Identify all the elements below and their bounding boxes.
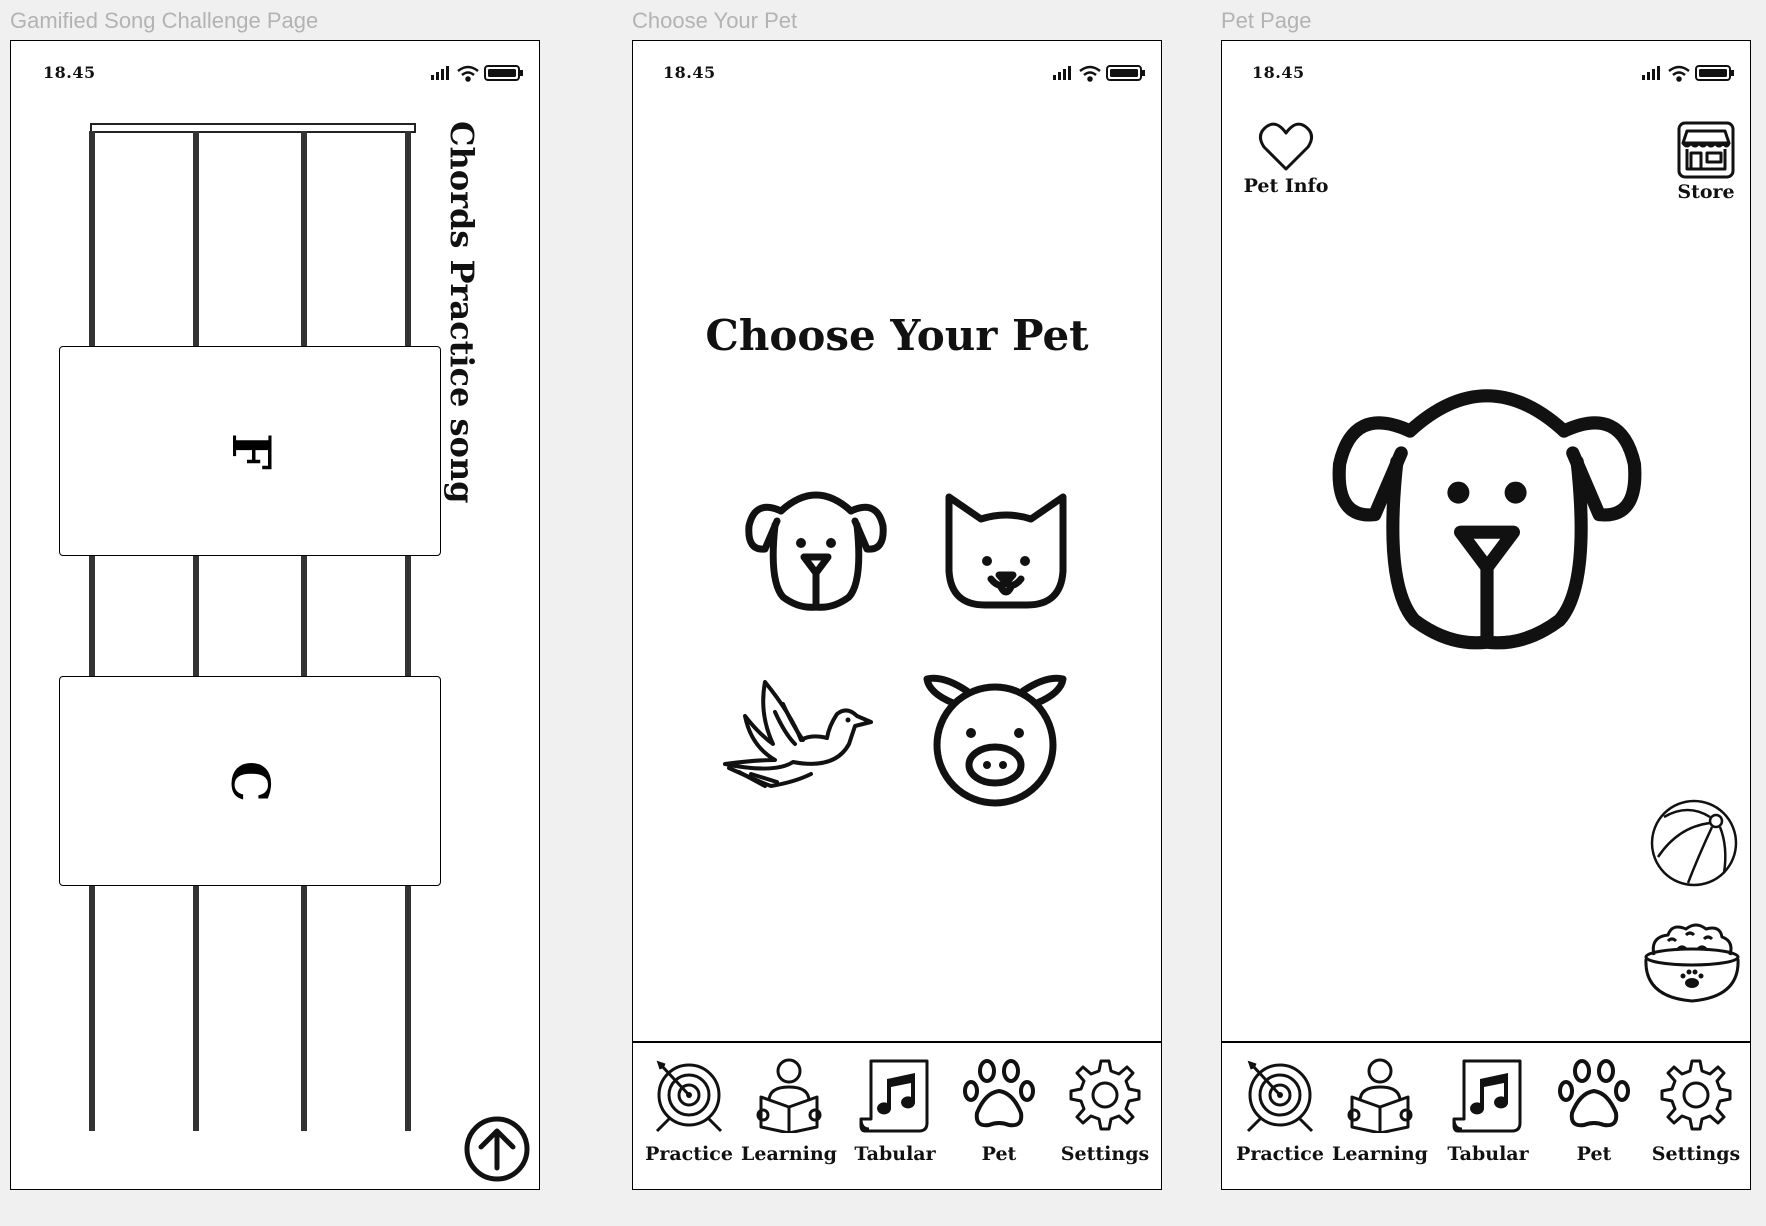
nav-label: Practice [645, 1143, 733, 1165]
nav-item-tabular[interactable]: Tabular [1438, 1057, 1538, 1165]
nav-label: Tabular [1447, 1143, 1529, 1165]
nav-item-learning[interactable]: Learning [1330, 1057, 1430, 1165]
fretboard-nut [90, 123, 416, 133]
status-icons [1642, 65, 1734, 82]
wifi-icon [1079, 65, 1101, 82]
dog-icon[interactable] [741, 481, 891, 611]
nav-item-practice[interactable]: Practice [639, 1057, 739, 1165]
guitar-string [193, 131, 199, 1131]
status-icons [431, 65, 523, 82]
gear-icon [1069, 1059, 1141, 1131]
guitar-string [301, 131, 307, 1131]
nav-item-settings[interactable]: Settings [1055, 1057, 1155, 1165]
nav-label: Settings [1651, 1143, 1741, 1165]
battery-icon [1106, 65, 1145, 81]
gamified-song-frame: 18.45 F C Chords Practice song [10, 40, 540, 1190]
music-sheet-icon [859, 1059, 929, 1133]
reader-icon [1347, 1058, 1413, 1133]
chord-card-c[interactable]: C [59, 676, 441, 886]
dog-icon[interactable] [1322, 363, 1652, 653]
nav-label: Practice [1236, 1143, 1324, 1165]
heart-icon [1259, 122, 1313, 171]
paw-icon [1558, 1059, 1630, 1128]
choose-pet-title: Choose Your Pet [705, 311, 1089, 360]
bottom-nav: Practice Learning Tabular Pet Settings [633, 1041, 1161, 1189]
signal-icon [1642, 66, 1660, 80]
status-time: 18.45 [1252, 63, 1305, 82]
frame-label-pet-page: Pet Page [1221, 8, 1312, 33]
food-bowl-icon[interactable] [1640, 921, 1744, 1005]
target-icon [655, 1060, 723, 1133]
pig-icon[interactable] [923, 673, 1067, 807]
nav-item-settings[interactable]: Settings [1646, 1057, 1746, 1165]
song-title: Chords Practice song [443, 121, 481, 504]
choose-pet-frame: 18.45 Choose Your Pet Practice Learning … [632, 40, 1162, 1190]
bottom-nav: Practice Learning Tabular Pet Settings [1222, 1041, 1750, 1189]
signal-icon [431, 66, 449, 80]
pet-info-button[interactable]: Pet Info [1238, 121, 1334, 197]
status-time: 18.45 [43, 63, 96, 82]
chord-label: C [219, 760, 281, 802]
reader-icon [756, 1058, 822, 1133]
signal-icon [1053, 66, 1071, 80]
target-icon [1246, 1060, 1314, 1133]
nav-item-pet[interactable]: Pet [1544, 1057, 1644, 1165]
gear-icon [1660, 1059, 1732, 1131]
arrow-up-circle-icon[interactable] [464, 1116, 530, 1182]
status-time: 18.45 [663, 63, 716, 82]
wifi-icon [1668, 65, 1690, 82]
nav-label: Learning [741, 1143, 837, 1165]
wifi-icon [457, 65, 479, 82]
chord-card-f[interactable]: F [59, 346, 441, 556]
guitar-string [89, 131, 95, 1131]
guitar-string [405, 131, 411, 1131]
pet-page-frame: 18.45 Pet Info Store Practice Learning T… [1221, 40, 1751, 1190]
nav-label: Settings [1060, 1143, 1150, 1165]
nav-label: Learning [1332, 1143, 1428, 1165]
nav-item-practice[interactable]: Practice [1230, 1057, 1330, 1165]
pet-info-label: Pet Info [1243, 175, 1329, 197]
battery-icon [484, 65, 523, 81]
frame-label-gamified: Gamified Song Challenge Page [10, 8, 319, 33]
music-sheet-icon [1452, 1059, 1522, 1133]
frame-label-choose-pet: Choose Your Pet [632, 8, 798, 33]
ball-icon[interactable] [1648, 797, 1740, 889]
status-icons [1053, 65, 1145, 82]
nav-item-pet[interactable]: Pet [949, 1057, 1049, 1165]
chord-label: F [219, 432, 281, 470]
paw-icon [963, 1059, 1035, 1128]
nav-label: Pet [981, 1143, 1017, 1165]
store-label: Store [1677, 181, 1735, 203]
bird-icon[interactable] [715, 674, 879, 804]
cat-icon[interactable] [941, 491, 1071, 611]
nav-item-tabular[interactable]: Tabular [845, 1057, 945, 1165]
nav-label: Tabular [854, 1143, 936, 1165]
nav-item-learning[interactable]: Learning [739, 1057, 839, 1165]
store-icon [1677, 121, 1735, 179]
battery-icon [1695, 65, 1734, 81]
nav-label: Pet [1576, 1143, 1612, 1165]
store-button[interactable]: Store [1666, 121, 1746, 203]
